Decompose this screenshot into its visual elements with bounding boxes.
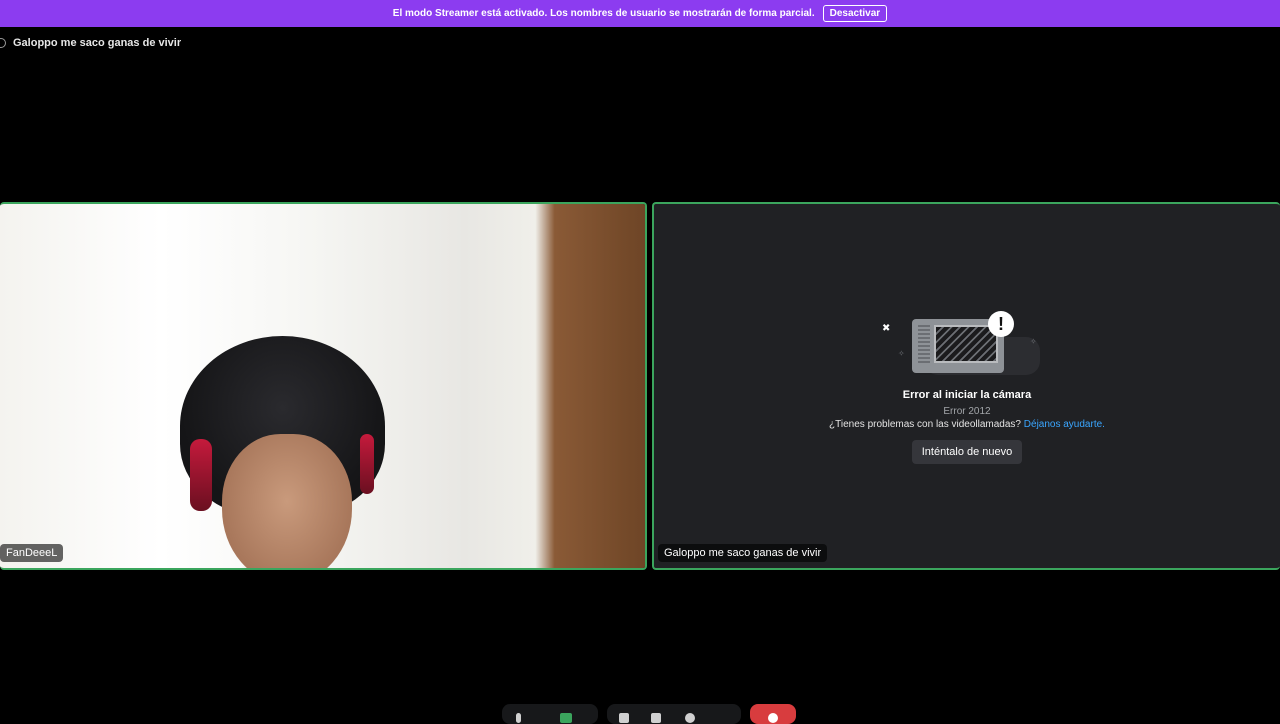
microphone-icon[interactable] [516, 713, 521, 723]
static-screen [934, 325, 998, 363]
participant-name-tag: Galoppo me saco ganas de vivir [658, 544, 828, 562]
participant-name-tag: FanDeeeL [0, 544, 64, 562]
call-controls [0, 704, 1280, 724]
deactivate-streamer-button[interactable]: Desactivar [822, 5, 888, 22]
camera-error-panel: ✖ ✧ ! ✧ Error al iniciar la cámara Error… [654, 309, 1280, 464]
retry-button[interactable]: Inténtalo de nuevo [911, 440, 1023, 464]
activity-icon[interactable] [651, 713, 661, 723]
activity-controls-group [607, 704, 741, 724]
help-line: ¿Tienes problemas con las videollamadas?… [829, 419, 1105, 430]
media-controls-group [502, 704, 598, 724]
camera-icon[interactable] [560, 713, 572, 723]
help-link[interactable]: Déjanos ayudarte. [1024, 419, 1105, 430]
error-title: Error al iniciar la cámara [902, 389, 1032, 401]
end-call-icon [768, 713, 778, 723]
help-text: ¿Tienes problemas con las videollamadas? [829, 419, 1021, 430]
video-tile-remote[interactable]: ✖ ✧ ! ✧ Error al iniciar la cámara Error… [652, 202, 1280, 570]
channel-name: Galoppo me saco ganas de vivir [13, 37, 182, 49]
headset-right [360, 434, 374, 494]
alert-icon: ! [988, 311, 1014, 337]
at-icon [0, 38, 6, 48]
sparkle-icon: ✧ [1030, 337, 1037, 346]
camera-feed [0, 204, 645, 568]
streamer-mode-message: El modo Streamer está activado. Los nomb… [392, 8, 815, 19]
screen-share-icon[interactable] [619, 713, 629, 723]
close-sparkle-icon: ✖ [882, 323, 891, 334]
soundboard-icon[interactable] [685, 713, 695, 723]
camera-error-illustration: ✖ ✧ ! ✧ [882, 309, 1052, 381]
channel-header: Galoppo me saco ganas de vivir [0, 34, 181, 52]
sparkle-icon: ✧ [898, 349, 905, 358]
headset-left [190, 439, 212, 511]
user-face [222, 434, 352, 568]
video-tile-local[interactable]: FanDeeeL [0, 202, 647, 570]
device-grip [918, 325, 930, 363]
streamer-mode-banner: El modo Streamer está activado. Los nomb… [0, 0, 1280, 27]
end-call-button[interactable] [750, 704, 796, 724]
error-code: Error 2012 [943, 406, 991, 417]
